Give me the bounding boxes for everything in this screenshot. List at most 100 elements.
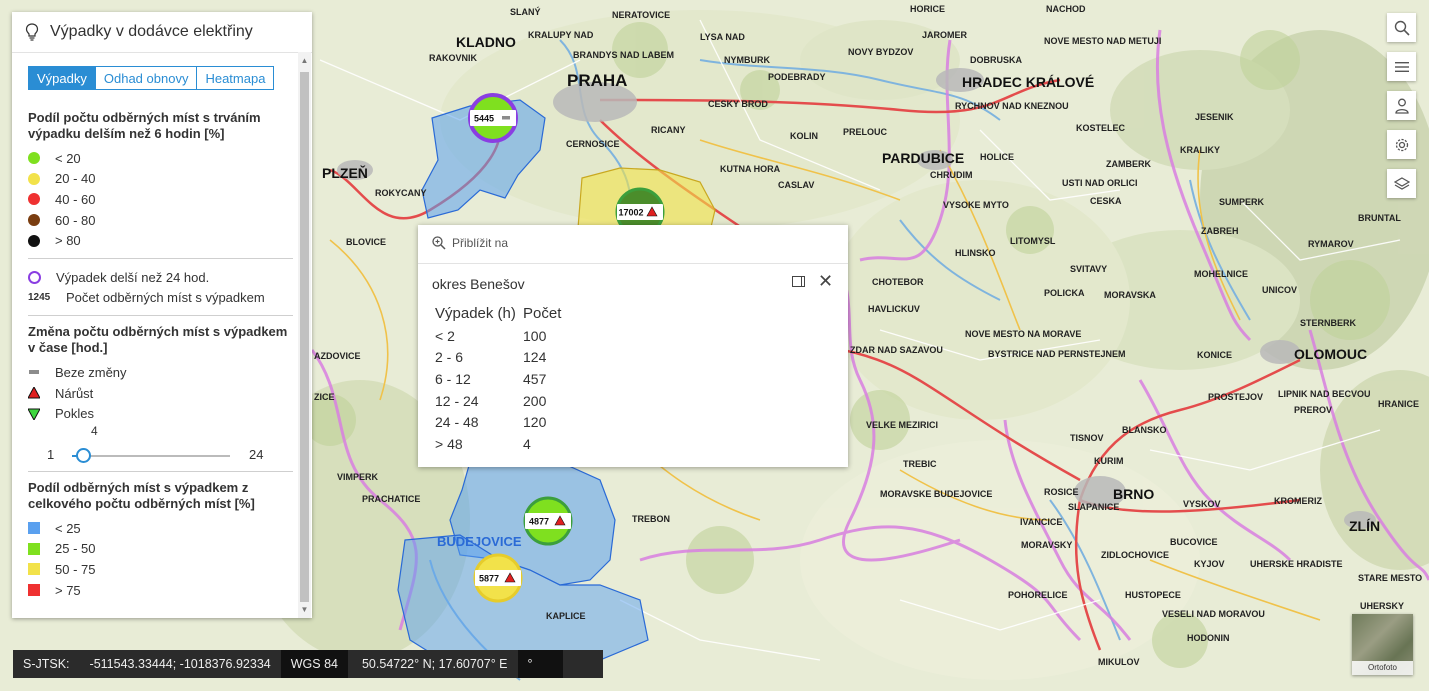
town-label: TREBIC (903, 459, 937, 469)
search-button[interactable] (1387, 13, 1416, 42)
tab-heatmap[interactable]: Heatmapa (196, 66, 275, 90)
duration-cell: < 2 (435, 327, 455, 344)
town-label: MORAVSKY (1021, 540, 1072, 550)
outage-marker[interactable]: 4877 (523, 496, 573, 546)
legend2-item: > 75 (28, 580, 293, 601)
table-row: 12 - 24 200 (435, 390, 565, 412)
duration-cell: 6 - 12 (435, 370, 471, 387)
color-swatch (28, 152, 40, 165)
outage-marker[interactable]: 5445 (468, 93, 518, 143)
town-label: KAPLICE (546, 611, 586, 621)
settings-button[interactable] (1387, 130, 1416, 159)
table-row: 2 - 6 124 (435, 347, 565, 369)
search-icon (1394, 20, 1410, 36)
town-label: TREBON (632, 514, 670, 524)
town-label: NOVE MESTO NA MORAVE (965, 329, 1081, 339)
town-label: UHERSKY (1360, 601, 1404, 611)
legend-item-no-change: Beze změny (28, 362, 293, 383)
town-label: STERNBERK (1300, 318, 1357, 328)
color-swatch (28, 172, 40, 185)
user-button[interactable] (1387, 91, 1416, 120)
slider-handle[interactable] (76, 447, 92, 463)
town-label: SLAPANICE (1068, 502, 1119, 512)
town-label: BYSTRICE NAD PERNSTEJNEM (988, 349, 1126, 359)
town-label: MORAVSKE BUDEJOVICE (880, 489, 992, 499)
town-label: USTI NAD ORLICI (1062, 178, 1138, 188)
coord-system-label: S-JTSK: (23, 657, 70, 671)
count-cell: 4 (523, 435, 531, 452)
marker-count: 17002 (618, 208, 643, 218)
scroll-up-icon[interactable]: ▲ (298, 54, 311, 67)
wgs-label[interactable]: WGS 84 (280, 650, 348, 678)
slider-value: 4 (91, 423, 98, 438)
legend-item-decrease: Pokles (28, 403, 293, 424)
town-label: SUMPERK (1219, 197, 1265, 207)
town-label: PODEBRADY (768, 72, 826, 82)
table-row: > 48 4 (435, 433, 565, 455)
town-label: CHOTEBOR (872, 277, 924, 287)
town-label: VESELI NAD MORAVOU (1162, 609, 1265, 619)
city-label: PLZEŇ (322, 164, 368, 181)
time-slider[interactable]: 4 1 24 (28, 424, 293, 464)
gear-icon (1395, 138, 1408, 151)
layers-icon (1393, 176, 1410, 190)
coordinates-bar: S-JTSK: -511543.33444; -1018376.92334 WG… (13, 650, 603, 678)
legend1-item: 60 - 80 (28, 210, 293, 231)
count-sample: 1245 (28, 292, 51, 304)
legend-divider (28, 257, 293, 259)
town-label: CHRUDIM (930, 170, 973, 180)
slider-track[interactable] (72, 454, 230, 457)
close-icon[interactable]: ✕ (818, 272, 833, 290)
menu-button[interactable] (1387, 52, 1416, 81)
count-cell: 457 (523, 370, 547, 387)
dock-icon[interactable] (792, 276, 805, 287)
scroll-down-icon[interactable]: ▼ (298, 603, 311, 616)
ortofoto-label: Ortofoto (1352, 661, 1413, 675)
town-label: SVITAVY (1070, 264, 1107, 274)
town-label: PREROV (1294, 405, 1332, 415)
panel-scrollbar[interactable]: ▲ ▼ (298, 52, 311, 618)
legend-item-label: 40 - 60 (55, 191, 96, 207)
marker-count: 5877 (479, 574, 499, 584)
town-label: ZABREH (1201, 226, 1239, 236)
town-label: HORICE (910, 4, 945, 14)
column-header-duration: Výpadek (h) (435, 305, 516, 322)
tab-outages[interactable]: Výpadky (28, 66, 96, 90)
count-cell: 200 (523, 392, 547, 409)
town-label: AZDOVICE (314, 351, 361, 361)
legend-heading-change: Změna počtu odběrných míst s výpadkem v … (28, 324, 288, 356)
town-label: MIKULOV (1098, 657, 1140, 667)
town-label: POLICKA (1044, 288, 1085, 298)
legend-heading-share-total: Podíl odběrných míst s výpadkem z celkov… (28, 479, 255, 511)
legend: Podíl počtu odběrných míst s trváním výp… (28, 110, 293, 600)
popup-title: okres Benešov (432, 276, 525, 292)
zoom-to-button[interactable]: Přiblížit na (432, 236, 508, 250)
district-label: BUDEJOVICE (437, 534, 522, 549)
town-label: CASLAV (778, 180, 814, 190)
layers-button[interactable] (1387, 169, 1416, 198)
color-swatch (28, 234, 40, 247)
town-label: KONICE (1197, 350, 1232, 360)
wgs-coordinates: 50.54722° N; 17.60707° E (361, 657, 508, 671)
legend-item-label: 20 - 40 (55, 171, 96, 187)
tab-restoration-estimate[interactable]: Odhad obnovy (94, 66, 198, 90)
town-label: ZICE (314, 392, 335, 402)
town-label: SLANÝ (510, 6, 541, 17)
outage-marker[interactable]: 5877 (473, 553, 523, 603)
town-label: HODONIN (1187, 633, 1230, 643)
legend2-item: 25 - 50 (28, 539, 293, 560)
legend-item-label: < 25 (55, 520, 81, 536)
zoom-in-icon (432, 236, 446, 250)
scrollbar-thumb[interactable] (300, 72, 309, 602)
town-label: KOSTELEC (1076, 123, 1126, 133)
legend-item-label: 50 - 75 (55, 561, 96, 577)
town-label: MORAVSKA (1104, 290, 1156, 300)
town-label: STARE MESTO (1358, 573, 1422, 583)
duration-cell: 24 - 48 (435, 414, 479, 431)
legend-item-label: Nárůst (55, 385, 94, 401)
degree-format-toggle[interactable]: ° (517, 650, 563, 678)
basemap-toggle-ortofoto[interactable]: Ortofoto (1352, 614, 1413, 675)
town-label: KURIM (1094, 456, 1124, 466)
town-label: NYMBURK (724, 55, 770, 65)
legend-item-label: < 20 (55, 150, 81, 166)
